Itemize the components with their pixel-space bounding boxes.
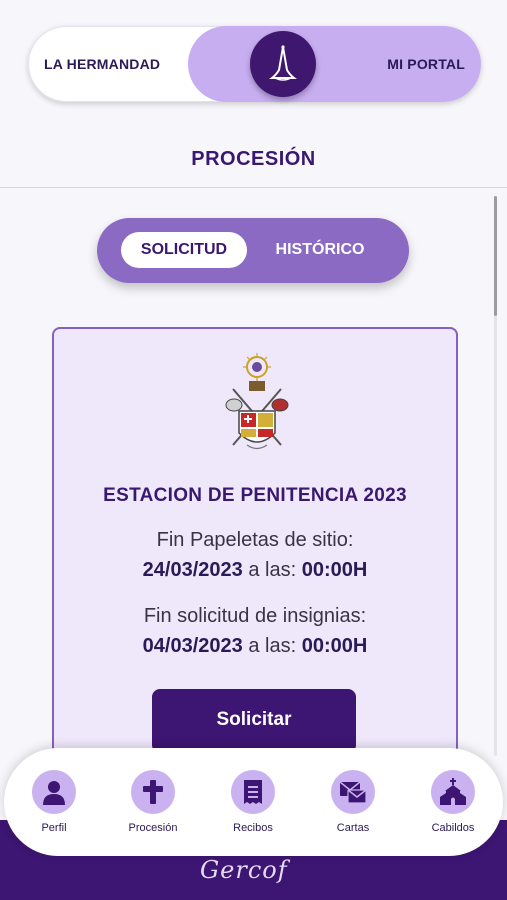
papeletas-sep: a las: <box>248 559 297 581</box>
nav-cabildos-circle <box>431 770 475 814</box>
nav-procesion-circle <box>131 770 175 814</box>
nazareno-hood-icon <box>269 45 297 81</box>
papeletas-time: 00:00H <box>301 559 368 581</box>
scrollbar-thumb[interactable] <box>494 196 497 316</box>
la-hermandad-option[interactable]: LA HERMANDAD <box>44 56 160 72</box>
nav-recibos-circle <box>231 770 275 814</box>
nav-cartas-circle <box>331 770 375 814</box>
nav-item-perfil[interactable]: Perfil <box>4 770 104 850</box>
insignias-sep: a las: <box>248 635 297 657</box>
chapel-icon <box>440 778 466 805</box>
insignias-label: Fin solicitud de insignias: <box>143 605 367 627</box>
procesion-tabs: SOLICITUD HISTÓRICO <box>97 218 409 283</box>
insignias-date: 04/03/2023 <box>142 635 243 657</box>
nav-item-procesion[interactable]: Procesión <box>103 770 203 850</box>
nav-label: Perfil <box>41 822 67 834</box>
person-icon <box>43 781 65 805</box>
papeletas-label: Fin Papeletas de sitio: <box>156 529 354 551</box>
insignias-time: 00:00H <box>301 635 368 657</box>
switch-knob[interactable] <box>250 31 316 97</box>
papeletas-date: 24/03/2023 <box>142 559 243 581</box>
page-title: PROCESIÓN <box>191 148 316 170</box>
solicitar-button[interactable]: Solicitar <box>152 689 356 753</box>
card-title: ESTACION DE PENITENCIA 2023 <box>103 485 407 506</box>
nav-label: Cartas <box>336 822 370 834</box>
gercof-logo: Gercof <box>200 856 288 884</box>
tab-historico[interactable]: HISTÓRICO <box>257 232 383 268</box>
insignias-deadline: 04/03/2023 a las: 00:00H <box>54 635 456 658</box>
scrollbar[interactable] <box>494 196 497 756</box>
nav-label: Recibos <box>233 822 273 834</box>
mail-icon <box>339 781 367 804</box>
cross-icon <box>143 780 163 804</box>
tab-solicitud[interactable]: SOLICITUD <box>121 232 247 268</box>
brotherhood-crest-icon <box>225 353 289 450</box>
header-divider <box>0 187 507 188</box>
nav-item-cabildos[interactable]: Cabildos <box>403 770 503 850</box>
bottom-navigation: Perfil Procesión Recibos Cartas Cabildos <box>4 748 503 856</box>
nav-perfil-circle <box>32 770 76 814</box>
mi-portal-option[interactable]: MI PORTAL <box>387 56 465 72</box>
receipt-icon <box>244 780 262 804</box>
nav-item-cartas[interactable]: Cartas <box>303 770 403 850</box>
nav-item-recibos[interactable]: Recibos <box>203 770 303 850</box>
section-switch[interactable]: LA HERMANDAD MI PORTAL <box>28 26 481 102</box>
nav-label: Cabildos <box>431 822 475 834</box>
papeletas-deadline: 24/03/2023 a las: 00:00H <box>54 559 456 582</box>
nav-label: Procesión <box>128 822 178 834</box>
